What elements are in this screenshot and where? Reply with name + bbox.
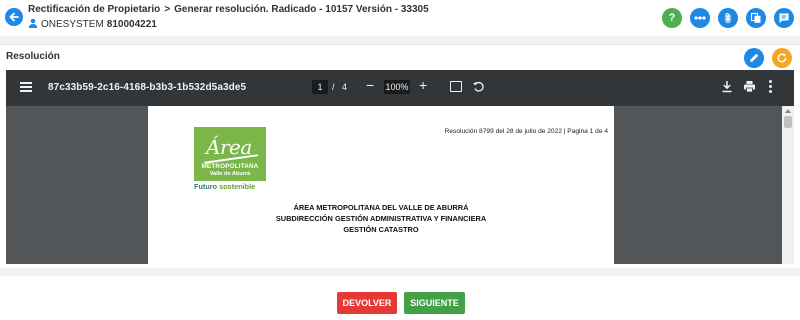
edit-icon xyxy=(750,53,759,62)
document-heading-3: GESTIÓN CATASTRO xyxy=(343,225,419,234)
area-metropolitana-logo: Área METROPOLITANA Valle de Aburrá Futur… xyxy=(194,127,266,191)
logo-tagline: Futuro sostenible xyxy=(194,182,274,191)
pdf-scrollbar[interactable] xyxy=(782,106,794,264)
pdf-page: Área METROPOLITANA Valle de Aburrá Futur… xyxy=(148,106,614,264)
breadcrumb-current: Generar resolución. Radicado - 10157 Ver… xyxy=(174,4,429,15)
logo-tagline-2: sostenible xyxy=(219,182,256,191)
breadcrumb: Rectificación de Propietario > Generar res… xyxy=(28,4,429,15)
print-icon[interactable] xyxy=(743,80,756,93)
pdf-viewer: 87c33b59-2c16-4168-b3b3-1b532d5a3de5 1 /… xyxy=(6,70,794,264)
scroll-up-arrow[interactable] xyxy=(785,109,791,113)
next-button[interactable]: SIGUIENTE xyxy=(404,292,465,314)
page-separator: / xyxy=(332,82,335,92)
panel-actions xyxy=(744,48,792,68)
more-options-button[interactable] xyxy=(690,8,710,28)
comments-button[interactable] xyxy=(774,8,794,28)
rotate-icon[interactable] xyxy=(472,80,485,93)
menu-icon[interactable] xyxy=(20,82,32,92)
zoom-input[interactable]: 100% xyxy=(384,80,410,94)
attachment-icon xyxy=(725,13,731,24)
attachments-button[interactable] xyxy=(718,8,738,28)
download-icon[interactable] xyxy=(721,80,733,93)
fit-page-icon[interactable] xyxy=(450,81,462,92)
user-code: 810004221 xyxy=(106,19,157,30)
panel-title: Resolución xyxy=(6,51,60,62)
user-info: ONESYSTEM 810004221 xyxy=(28,18,157,30)
copy-icon xyxy=(750,12,761,23)
back-arrow-icon xyxy=(9,12,19,22)
comment-icon xyxy=(779,13,789,23)
header-actions: ? xyxy=(662,8,794,28)
refresh-icon xyxy=(777,53,787,63)
help-icon: ? xyxy=(668,12,676,24)
copy-button[interactable] xyxy=(746,8,766,28)
return-button[interactable]: DEVOLVER xyxy=(337,292,397,314)
logo-tagline-1: Futuro xyxy=(194,182,218,191)
resolution-reference: Resolución 8799 del 28 de julio de 2022 … xyxy=(444,128,608,135)
user-name: ONESYSTEM xyxy=(41,19,104,30)
footer-actions: DEVOLVER SIGUIENTE xyxy=(0,276,800,320)
more-vertical-icon[interactable] xyxy=(769,80,773,94)
document-name: 87c33b59-2c16-4168-b3b3-1b532d5a3de5 xyxy=(48,82,247,93)
top-header: Rectificación de Propietario > Generar res… xyxy=(0,0,800,36)
refresh-button[interactable] xyxy=(772,48,792,68)
total-pages: 4 xyxy=(342,82,348,92)
current-page-input[interactable]: 1 xyxy=(312,80,328,94)
user-icon xyxy=(28,18,38,28)
logo-box: Área METROPOLITANA Valle de Aburrá xyxy=(194,127,266,181)
document-heading-2: SUBDIRECCIÓN GESTIÓN ADMINISTRATIVA Y FI… xyxy=(275,214,487,223)
zoom-in-button[interactable]: + xyxy=(419,77,427,93)
breadcrumb-separator: > xyxy=(164,4,171,15)
scroll-thumb[interactable] xyxy=(784,116,792,128)
pdf-toolbar: 87c33b59-2c16-4168-b3b3-1b532d5a3de5 1 /… xyxy=(6,70,794,106)
back-button[interactable] xyxy=(5,8,23,26)
zoom-out-button[interactable]: − xyxy=(366,77,374,93)
logo-line-2: Valle de Aburrá xyxy=(209,171,251,177)
breadcrumb-parent[interactable]: Rectificación de Propietario xyxy=(28,4,160,15)
more-horizontal-icon xyxy=(694,16,706,20)
edit-button[interactable] xyxy=(744,48,764,68)
document-heading-1: ÁREA METROPOLITANA DEL VALLE DE ABURRÁ xyxy=(293,203,469,212)
logo-line-1: METROPOLITANA xyxy=(201,163,259,170)
help-button[interactable]: ? xyxy=(662,8,682,28)
